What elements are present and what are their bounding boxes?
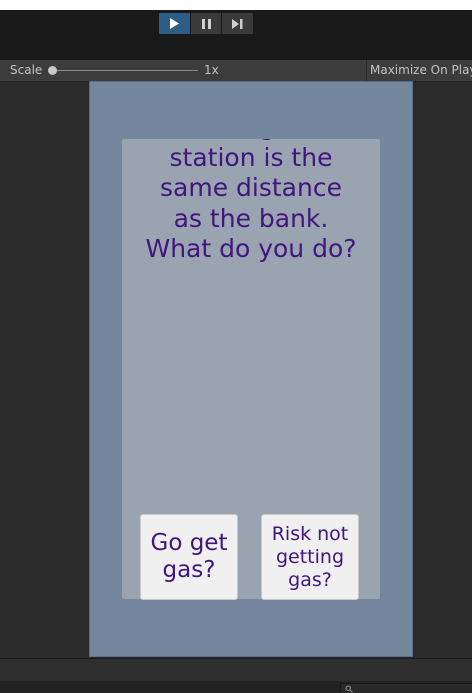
scale-value: 1x <box>204 63 219 77</box>
search-input[interactable] <box>340 683 472 693</box>
top-edge-strip <box>0 0 472 10</box>
scale-label: Scale <box>10 63 43 77</box>
scale-slider-track[interactable] <box>52 70 198 71</box>
step-button[interactable] <box>222 13 254 34</box>
toolbar-spacer <box>0 38 472 60</box>
bottom-panel-header <box>0 659 472 681</box>
play-button[interactable] <box>159 13 190 34</box>
go-get-gas-button[interactable]: Go get gas? <box>140 514 238 600</box>
story-text: Your gas station is the same distance as… <box>145 139 357 263</box>
maximize-on-play-toggle[interactable]: Maximize On Play <box>366 60 472 81</box>
maximize-on-play-label: Maximize On Play <box>370 63 472 77</box>
game-view-toolbar: Scale 1x Maximize On Play <box>0 60 472 82</box>
step-icon <box>232 18 243 29</box>
risk-not-getting-gas-button[interactable]: Risk not getting gas? <box>261 514 359 600</box>
pause-button[interactable] <box>190 13 222 34</box>
play-icon <box>170 18 180 29</box>
play-controls <box>159 13 254 34</box>
scale-slider-handle[interactable] <box>48 66 57 75</box>
pause-icon <box>201 18 211 29</box>
